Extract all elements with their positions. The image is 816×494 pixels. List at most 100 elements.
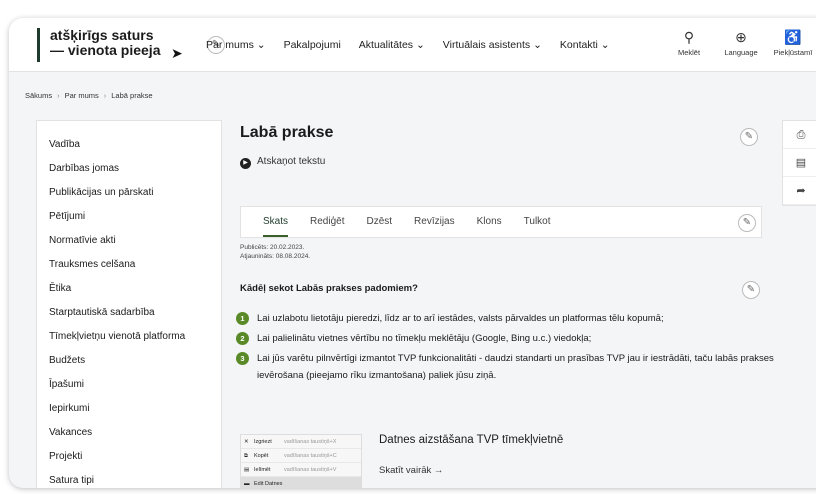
nav-item-aktualitates[interactable]: Aktualitātes ⌄ [359,39,425,51]
site-header: atšķirīgs saturs — vienota pieeja ✎ ➤ Pa… [9,18,816,72]
site-logo[interactable]: atšķirīgs saturs — vienota pieeja ✎ [37,27,225,62]
list-number-badge: 1 [236,312,249,325]
sidebar-item-iepirkumi[interactable]: Iepirkumi [37,397,221,421]
accessibility-icon: ♿ [784,29,802,45]
listen-label: Atskaņot tekstu [257,156,326,167]
sidebar-item-trauksmes-celsana[interactable]: Trauksmes celšana [37,253,221,277]
list-item-text: Lai uzlabotu lietotāju pieredzi, līdz ar… [257,313,664,324]
nav-item-kontakti[interactable]: Kontakti ⌄ [560,39,610,51]
listen-button[interactable]: ▶ Atskaņot tekstu [240,156,325,169]
print-icon[interactable]: ⎙ [783,121,816,149]
nav-item-pakalpojumi[interactable]: Pakalpojumi [284,39,341,51]
sidebar-item-starptautiska-sadarbiba[interactable]: Starptautiskā sadarbība [37,301,221,325]
chevron-down-icon: ⌄ [533,39,542,51]
tab-rediget[interactable]: Rediģēt [310,207,344,237]
thumb-label: Kopēt [254,453,269,459]
thumb-shortcut: vadīšanas taustiņš+C [284,453,337,459]
list-item: 3 Lai jūs varētu pilnvērtīgi izmantot TV… [236,350,776,384]
play-icon: ▶ [240,158,251,169]
globe-icon: ⊕ [735,29,747,45]
sidebar-item-publikacijas[interactable]: Publikācijas un pārskati [37,181,221,205]
sidebar-item-normativie-akti[interactable]: Normatīvie akti [37,229,221,253]
sidebar-item-darbibas-jomas[interactable]: Darbības jomas [37,157,221,181]
thumb-label: Ielīmēt [254,467,271,473]
thumb-label: Izgriezt [254,439,272,445]
tab-klons[interactable]: Klons [477,207,502,237]
nav-label: Par mums [206,39,254,51]
breadcrumb-current: Labā prakse [111,91,153,100]
share-icon[interactable]: ➦ [783,177,816,205]
sidebar-item-tvp[interactable]: Tīmekļvietņu vienotā platforma [37,325,221,349]
thumb-row-edit: ▬ Edit Datnes [241,477,361,488]
sidebar-item-vakances[interactable]: Vakances [37,421,221,445]
main-navigation: Par mums ⌄ Pakalpojumi Aktualitātes ⌄ Vi… [206,39,610,51]
edit-pencil-icon[interactable]: ✎ [738,214,756,232]
header-tools: ⚲ Meklēt ⊕ Language ♿ Piekļūstamī [667,26,815,57]
breadcrumb: Sākums › Par mums › Labā prakse [25,91,153,100]
list-item: 1 Lai uzlabotu lietotāju pieredzi, līdz … [236,310,776,327]
tab-tulkot[interactable]: Tulkot [524,207,551,237]
sidebar-menu: Vadība Darbības jomas Publikācijas un pā… [36,120,222,488]
sidebar-item-budzets[interactable]: Budžets [37,349,221,373]
list-item-text: Lai jūs varētu pilnvērtīgi izmantot TVP … [257,353,774,381]
sidebar-item-satura-tipi[interactable]: Satura tipi [37,469,221,488]
browser-frame: atšķirīgs saturs — vienota pieeja ✎ ➤ Pa… [9,18,816,488]
nav-label: Virtuālais asistents [442,39,531,51]
list-number-badge: 2 [236,332,249,345]
see-more-link[interactable]: Skatīt vairāk → [379,465,443,476]
edit-pencil-icon[interactable]: ✎ [740,128,758,146]
page-side-tools: ⎙ ▤ ➦ [782,120,816,206]
chevron-down-icon: ⌄ [600,39,610,51]
breadcrumb-separator: › [57,91,60,100]
document-icon[interactable]: ▤ [783,149,816,177]
thumb-shortcut: vadīšanas taustiņš+V [284,467,337,473]
nav-item-virtualais-asistents[interactable]: Virtuālais asistents ⌄ [443,39,542,51]
chevron-down-icon: ⌄ [256,39,266,51]
mouse-cursor-icon: ➤ [171,45,183,61]
sidebar-item-vadiba[interactable]: Vadība [37,133,221,157]
accessibility-button[interactable]: ♿ Piekļūstamī [771,26,815,57]
edit-pencil-icon[interactable]: ✎ [742,281,760,299]
card-thumbnail[interactable]: ✕ Izgriezt vadīšanas taustiņš+X ⧉ Kopēt … [240,434,362,488]
tab-skats[interactable]: Skats [263,207,289,237]
thumb-row-copy: ⧉ Kopēt vadīšanas taustiņš+C [241,449,361,463]
thumb-shortcut: vadīšanas taustiņš+X [284,439,337,445]
admin-tabs: Skats Rediģēt Dzēst Revīzijas Klons Tulk… [240,206,762,238]
search-icon: ⚲ [683,29,695,45]
logo-line-1: atšķirīgs saturs [50,27,154,43]
section-heading: Kādēļ sekot Labās prakses padomiem? [240,283,418,294]
chevron-down-icon: ⌄ [415,39,425,51]
main-content: Labā prakse ✎ ▶ Atskaņot tekstu Skats Red… [230,120,782,488]
nav-label: Pakalpojumi [283,39,341,51]
thumb-row-paste: ▤ Ielīmēt vadīšanas taustiņš+V [241,463,361,477]
tab-revizijas[interactable]: Revīzijas [414,207,455,237]
sidebar-item-petijumi[interactable]: Pētījumi [37,205,221,229]
search-label: Meklēt [677,48,701,57]
tab-dzest[interactable]: Dzēst [366,207,392,237]
language-button[interactable]: ⊕ Language [719,26,763,57]
list-number-badge: 3 [236,352,249,365]
language-label: Language [724,48,758,57]
paste-icon: ▤ [244,467,250,473]
list-item: 2 Lai palielinātu vietnes vērtību no tīm… [236,330,776,347]
cut-icon: ✕ [244,439,249,445]
updated-date: Atjaunināts: 08.08.2024. [240,253,311,260]
breadcrumb-par-mums[interactable]: Par mums [65,91,99,100]
page-title: Labā prakse [240,124,334,141]
sidebar-item-projekti[interactable]: Projekti [37,445,221,469]
search-button[interactable]: ⚲ Meklēt [667,26,711,57]
folder-icon: ▬ [244,481,250,487]
published-date: Publicēts: 20.02.2023. [240,244,305,251]
nav-label: Aktualitātes [358,39,414,51]
sidebar-item-ipasumi[interactable]: Īpašumi [37,373,221,397]
reasons-list: 1 Lai uzlabotu lietotāju pieredzi, līdz … [236,310,776,387]
card-title[interactable]: Datnes aizstāšana TVP tīmekļvietnē [379,434,563,446]
thumb-label: Edit Datnes [254,481,283,487]
nav-item-par-mums[interactable]: Par mums ⌄ [206,39,266,51]
sidebar-item-etika[interactable]: Ētika [37,277,221,301]
logo-line-2: — vienota pieeja [50,42,161,58]
copy-icon: ⧉ [244,453,248,459]
breadcrumb-home[interactable]: Sākums [25,91,52,100]
breadcrumb-separator: › [103,91,107,100]
nav-label: Kontakti [559,39,598,51]
